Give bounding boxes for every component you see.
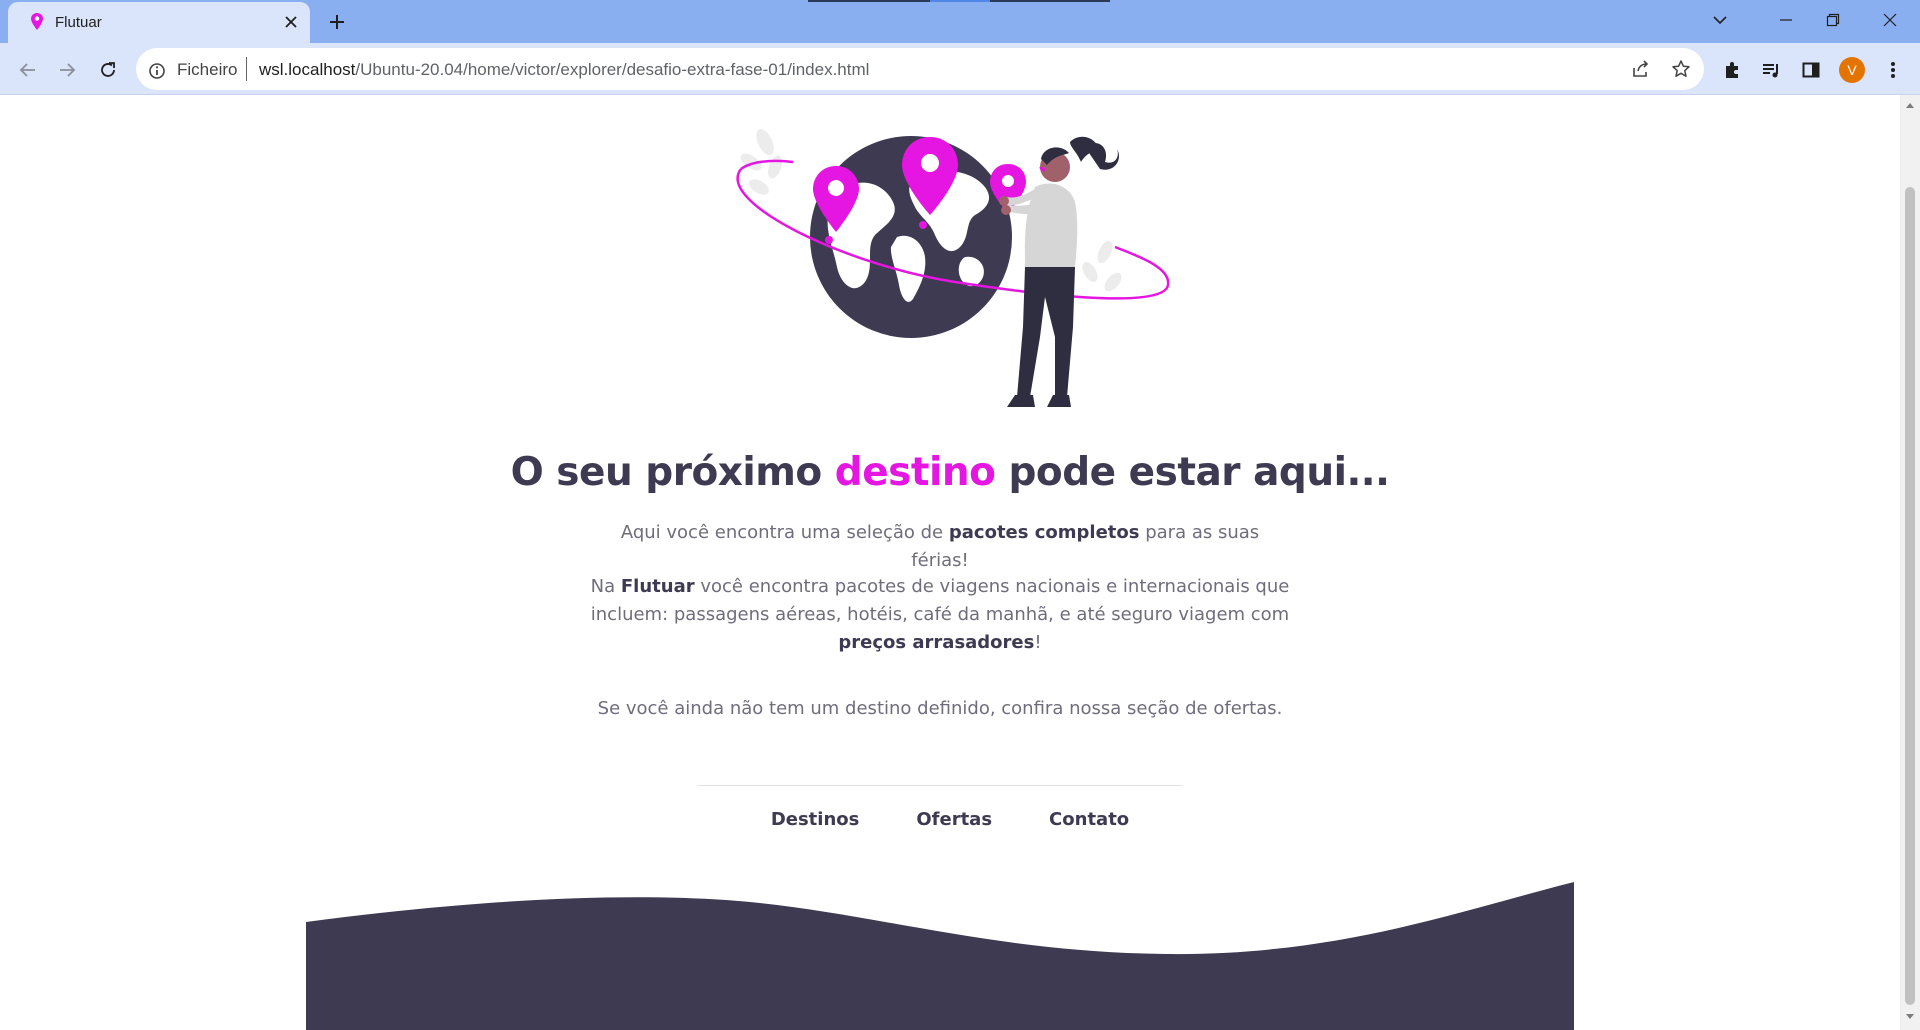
tab-search-button[interactable] bbox=[1708, 8, 1732, 32]
intro-highlight: pacotes completos bbox=[948, 522, 1140, 543]
map-pin-favicon-icon bbox=[31, 13, 43, 30]
playlist-icon bbox=[1763, 64, 1778, 78]
restore-icon bbox=[1826, 13, 1840, 27]
details-paragraph: Na Flutuar você encontra pacotes de viag… bbox=[590, 573, 1290, 657]
nav-divider bbox=[697, 785, 1183, 786]
new-tab-button[interactable] bbox=[324, 9, 350, 35]
page-scrollbar[interactable] bbox=[1900, 95, 1920, 1030]
reload-button[interactable] bbox=[94, 56, 122, 84]
close-icon bbox=[1883, 13, 1897, 27]
footer-wave bbox=[306, 882, 1574, 1030]
title-accent: destino bbox=[834, 450, 996, 495]
details-text-before: Na bbox=[590, 576, 616, 597]
arrow-left-icon bbox=[19, 63, 35, 77]
restore-button[interactable] bbox=[1813, 8, 1853, 32]
arrow-right-icon bbox=[60, 63, 76, 77]
forward-button[interactable] bbox=[53, 56, 81, 84]
scrollbar-thumb[interactable] bbox=[1905, 187, 1915, 1005]
page-title: O seu próximo destino pode estar aqui... bbox=[0, 450, 1900, 495]
url-scheme-label: Ficheiro bbox=[177, 60, 238, 79]
scroll-up-arrow-icon[interactable] bbox=[1905, 101, 1915, 109]
footer-nav: Destinos Ofertas Contato bbox=[0, 809, 1900, 830]
reload-icon bbox=[101, 62, 115, 77]
nav-link-destinos[interactable]: Destinos bbox=[771, 809, 860, 830]
url-separator bbox=[246, 57, 247, 81]
plus-icon bbox=[330, 15, 344, 29]
tab-title: Flutuar bbox=[55, 14, 102, 31]
url-text[interactable]: wsl.localhost/Ubuntu-20.04/home/victor/e… bbox=[259, 60, 869, 80]
side-panel-button[interactable] bbox=[1798, 57, 1824, 83]
page-viewport: O seu próximo destino pode estar aqui...… bbox=[0, 95, 1900, 1030]
tab-strip-indicator-active bbox=[930, 0, 990, 2]
travel-illustration bbox=[736, 128, 1170, 407]
puzzle-icon bbox=[1726, 62, 1738, 78]
window-close-button[interactable] bbox=[1870, 8, 1910, 32]
tab-close-icon[interactable] bbox=[281, 12, 301, 32]
title-before: O seu próximo bbox=[510, 450, 823, 495]
star-icon bbox=[1672, 60, 1690, 77]
brand-name: Flutuar bbox=[620, 576, 695, 597]
chevron-down-icon bbox=[1713, 16, 1727, 25]
info-icon[interactable] bbox=[148, 62, 166, 80]
back-button[interactable] bbox=[14, 56, 42, 84]
side-panel-icon bbox=[1802, 62, 1820, 78]
tab-strip: Flutuar bbox=[0, 0, 1920, 43]
browser-toolbar: Ficheiro wsl.localhost/Ubuntu-20.04/home… bbox=[0, 43, 1920, 95]
offers-paragraph: Se você ainda não tem um destino definid… bbox=[597, 698, 1283, 719]
url-path: /Ubuntu-20.04/home/victor/explorer/desaf… bbox=[355, 60, 870, 79]
media-control-button[interactable] bbox=[1758, 57, 1784, 83]
nav-link-ofertas[interactable]: Ofertas bbox=[916, 809, 992, 830]
profile-avatar[interactable]: V bbox=[1839, 57, 1865, 83]
title-after: pode estar aqui... bbox=[1008, 450, 1390, 495]
nav-link-contato[interactable]: Contato bbox=[1049, 809, 1129, 830]
details-text-middle: você encontra pacotes de viagens naciona… bbox=[590, 576, 1290, 625]
details-text-after: ! bbox=[1034, 632, 1042, 653]
more-vertical-icon bbox=[1891, 62, 1895, 78]
share-icon bbox=[1633, 60, 1649, 77]
browser-menu-button[interactable] bbox=[1880, 57, 1906, 83]
share-button[interactable] bbox=[1629, 57, 1653, 81]
details-highlight: preços arrasadores bbox=[838, 632, 1035, 653]
bookmark-button[interactable] bbox=[1669, 57, 1693, 81]
scroll-down-arrow-icon[interactable] bbox=[1905, 1013, 1915, 1021]
minimize-button[interactable] bbox=[1766, 8, 1806, 32]
tab-flutuar[interactable]: Flutuar bbox=[8, 2, 310, 43]
minimize-icon bbox=[1780, 19, 1792, 21]
intro-paragraph: Aqui você encontra uma seleção de pacote… bbox=[590, 519, 1290, 575]
url-host: wsl.localhost bbox=[259, 60, 356, 79]
intro-text-before: Aqui você encontra uma seleção de bbox=[620, 522, 944, 543]
extensions-button[interactable] bbox=[1719, 57, 1745, 83]
